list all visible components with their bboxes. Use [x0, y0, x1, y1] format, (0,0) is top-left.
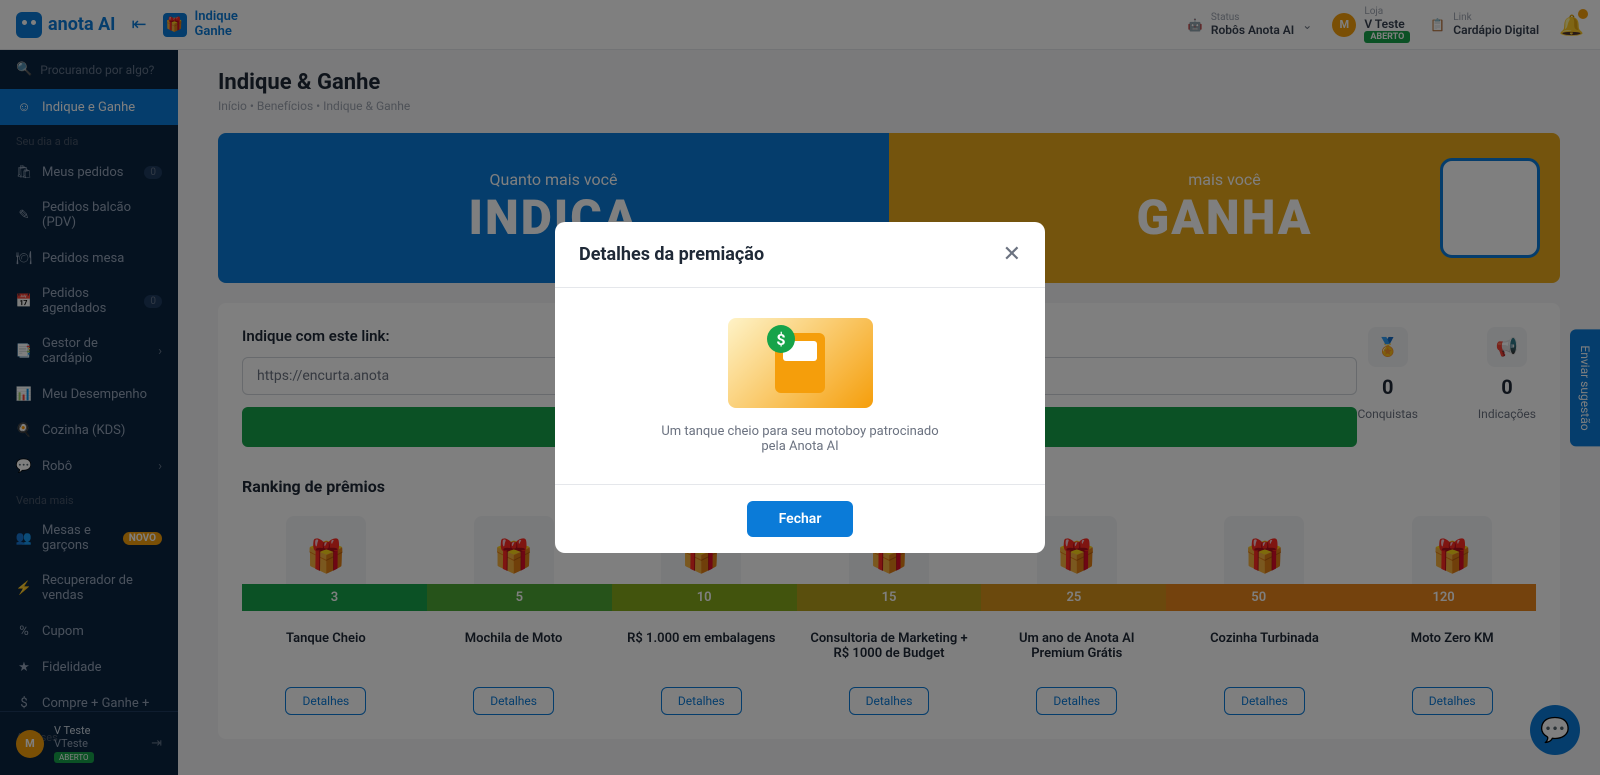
fuel-pump-icon: $ [775, 333, 825, 393]
modal-title: Detalhes da premiação [579, 244, 764, 265]
modal-overlay[interactable]: Detalhes da premiação ✕ $ Um tanque chei… [0, 0, 1600, 775]
close-modal-button[interactable]: Fechar [747, 501, 854, 537]
close-icon[interactable]: ✕ [1003, 242, 1021, 267]
prize-description: Um tanque cheio para seu motoboy patroci… [660, 424, 940, 454]
money-badge-icon: $ [767, 325, 795, 353]
prize-image: $ [728, 318, 873, 408]
prize-detail-modal: Detalhes da premiação ✕ $ Um tanque chei… [555, 222, 1045, 553]
